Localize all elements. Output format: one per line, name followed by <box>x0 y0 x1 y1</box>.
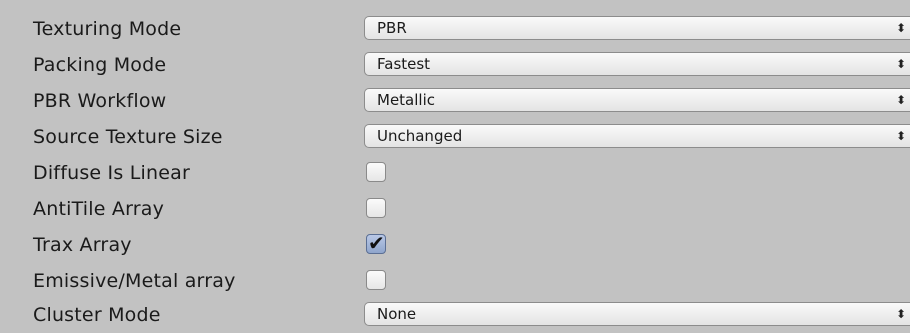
packing-mode-row: Packing Mode Fastest ⬍ <box>0 47 910 83</box>
cluster-mode-dropdown[interactable]: None ⬍ <box>364 302 910 326</box>
emissive-metal-array-row: Emissive/Metal array <box>0 263 910 299</box>
source-texture-size-row: Source Texture Size Unchanged ⬍ <box>0 119 910 155</box>
up-down-arrows-icon: ⬍ <box>895 129 906 143</box>
diffuse-is-linear-label: Diffuse Is Linear <box>33 162 190 184</box>
source-texture-size-value: Unchanged <box>377 127 463 145</box>
emissive-metal-array-label: Emissive/Metal array <box>33 270 236 292</box>
packing-mode-value: Fastest <box>377 55 431 73</box>
texturing-mode-value: PBR <box>377 19 407 37</box>
source-texture-size-dropdown[interactable]: Unchanged ⬍ <box>364 124 910 148</box>
trax-array-row: Trax Array ✔ <box>0 227 910 263</box>
up-down-arrows-icon: ⬍ <box>895 93 906 107</box>
antitile-array-checkbox[interactable] <box>366 198 386 218</box>
cluster-mode-value: None <box>377 305 417 323</box>
texturing-mode-row: Texturing Mode PBR ⬍ <box>0 11 910 47</box>
antitile-array-label: AntiTile Array <box>33 198 165 220</box>
trax-array-checkbox[interactable]: ✔ <box>366 231 386 255</box>
cluster-mode-label: Cluster Mode <box>33 304 161 326</box>
diffuse-is-linear-row: Diffuse Is Linear <box>0 155 910 191</box>
emissive-metal-array-checkbox[interactable] <box>366 270 386 290</box>
up-down-arrows-icon: ⬍ <box>895 21 906 35</box>
diffuse-is-linear-checkbox[interactable] <box>366 162 386 182</box>
texturing-mode-label: Texturing Mode <box>33 18 182 40</box>
pbr-workflow-label: PBR Workflow <box>33 90 167 112</box>
up-down-arrows-icon: ⬍ <box>895 57 906 71</box>
texturing-mode-dropdown[interactable]: PBR ⬍ <box>364 16 910 40</box>
source-texture-size-label: Source Texture Size <box>33 126 223 148</box>
packing-mode-label: Packing Mode <box>33 54 167 76</box>
up-down-arrows-icon: ⬍ <box>895 307 906 321</box>
pbr-workflow-dropdown[interactable]: Metallic ⬍ <box>364 88 910 112</box>
texture-settings-panel: Texturing Mode PBR ⬍ Packing Mode Fastes… <box>0 0 910 328</box>
antitile-array-row: AntiTile Array <box>0 191 910 227</box>
pbr-workflow-row: PBR Workflow Metallic ⬍ <box>0 83 910 119</box>
packing-mode-dropdown[interactable]: Fastest ⬍ <box>364 52 910 76</box>
pbr-workflow-value: Metallic <box>377 91 435 109</box>
trax-array-label: Trax Array <box>33 234 132 256</box>
checkmark-icon: ✔ <box>368 231 385 255</box>
